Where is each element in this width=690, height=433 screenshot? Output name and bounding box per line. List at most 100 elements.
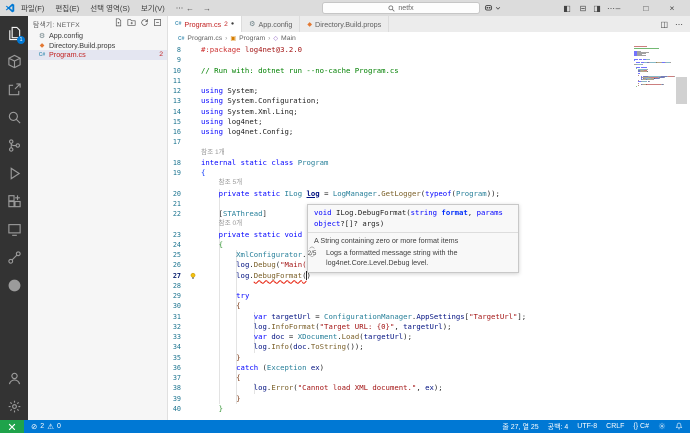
maximize-button[interactable]: □	[637, 0, 655, 16]
code-line[interactable]: 33 var doc = XDocument.Load(targetUrl);	[168, 332, 690, 342]
[object Object]-icon[interactable]: ⋯	[675, 20, 683, 29]
activity-settings[interactable]	[0, 392, 28, 420]
code-line[interactable]: 35 }	[168, 353, 690, 363]
menu-item[interactable]: ⋯	[176, 3, 184, 14]
code-line[interactable]: 28	[168, 281, 690, 291]
codelens-reference[interactable]: 참조 5개	[168, 178, 690, 188]
menu-item[interactable]: 편집(E)	[55, 3, 79, 14]
close-button[interactable]: ×	[663, 0, 681, 16]
code-line[interactable]: 34 log.Info(doc.ToString());	[168, 342, 690, 352]
code-line[interactable]: 18 internal static class Program	[168, 158, 690, 168]
extensions-icon	[7, 194, 21, 207]
code-line[interactable]: 13 using System.Configuration;	[168, 96, 690, 106]
activity-search[interactable]	[0, 103, 28, 131]
activity-extensions[interactable]	[0, 187, 28, 215]
file-item[interactable]: ◆ Directory.Build.props	[28, 41, 167, 51]
code-line[interactable]: 9	[168, 55, 690, 65]
refresh-button[interactable]	[140, 18, 149, 29]
line-number: 26	[172, 261, 181, 270]
code-line[interactable]: 8 #:package log4net@3.2.0	[168, 45, 690, 55]
code-line[interactable]: 31 var targetUrl = ConfigurationManager.…	[168, 312, 690, 322]
line-number: 12	[172, 87, 181, 95]
menu-item[interactable]: 선택 영역(S)	[90, 3, 130, 14]
copilot-button[interactable]	[484, 2, 501, 13]
activity-export[interactable]	[0, 75, 28, 103]
gutter	[181, 199, 201, 209]
remote-indicator[interactable]	[0, 420, 24, 433]
remote-tools-icon	[8, 423, 16, 430]
code-line[interactable]: 12 using System;	[168, 86, 690, 96]
menu-item[interactable]: 파일(F)	[21, 3, 44, 14]
breadcrumb-item[interactable]: Program	[239, 35, 265, 42]
doc-line-secondary: Logs a formatted message string with the…	[326, 248, 458, 267]
activity-references[interactable]	[0, 243, 28, 271]
tab-directory-build-props[interactable]: ◆ Directory.Build.props	[300, 16, 390, 32]
code-line[interactable]: 38 log.Error("Cannot load XML document."…	[168, 383, 690, 393]
code-line[interactable]: 29 try	[168, 291, 690, 301]
export-icon	[8, 82, 21, 95]
nav-back-icon[interactable]: ←	[186, 4, 194, 13]
line-number: 32	[172, 322, 181, 331]
new-folder-button[interactable]	[127, 18, 136, 29]
code-line[interactable]: 30 {	[168, 301, 690, 311]
code-line[interactable]: 14 using System.Xml.Linq;	[168, 107, 690, 117]
scrollbar-thumb[interactable]	[676, 77, 687, 104]
minimize-button[interactable]: –	[609, 0, 627, 16]
tab-app-config[interactable]: ⚙ App.config	[242, 16, 301, 32]
gutter	[181, 404, 201, 414]
gutter	[181, 291, 201, 301]
gutter	[181, 281, 201, 291]
activity-github[interactable]	[0, 271, 28, 299]
[object Object]-icon[interactable]: ◫	[660, 20, 668, 29]
activity-account[interactable]	[0, 364, 28, 392]
encoding[interactable]: UTF-8	[577, 423, 597, 430]
modified-dot-icon[interactable]: ●	[231, 21, 234, 27]
code-line[interactable]: 10// Run with: dotnet run --no-cache Pro…	[168, 66, 690, 76]
indentation[interactable]: 공백: 4	[548, 422, 569, 432]
menu-item[interactable]: 보기(V)	[141, 3, 165, 14]
code-line[interactable]: 32 log.InfoFormat("Target URL: {0}", tar…	[168, 322, 690, 332]
breadcrumb-item[interactable]: Program.cs	[187, 35, 222, 42]
code-line[interactable]: 36 catch (Exception ex)	[168, 363, 690, 373]
activity-live-preview[interactable]	[0, 215, 28, 243]
code-line[interactable]: 15 using log4net;	[168, 117, 690, 127]
code-line[interactable]: 20 private static ILog log = LogManager.…	[168, 189, 690, 199]
file-item[interactable]: C# Program.cs 2	[28, 50, 167, 60]
code-line[interactable]: 40 }	[168, 404, 690, 414]
toggle-secondary-sidebar-icon[interactable]: ◨	[590, 0, 604, 16]
activity-package[interactable]	[0, 47, 28, 75]
eol[interactable]: CRLF	[606, 423, 624, 430]
code-line[interactable]: 11	[168, 76, 690, 86]
new-file-button[interactable]	[114, 18, 123, 29]
code-line[interactable]: 17	[168, 137, 690, 147]
file-item[interactable]: ⚙ App.config	[28, 31, 167, 41]
code-line[interactable]: 37 {	[168, 373, 690, 383]
tab-program-cs[interactable]: C# Program.cs 2 ●	[168, 16, 243, 32]
search-value: netfx	[398, 4, 414, 12]
minimap[interactable]	[634, 46, 676, 87]
toggle-panel-icon[interactable]: ⊟	[576, 0, 590, 16]
breadcrumb-item[interactable]: Main	[281, 35, 296, 42]
problems-status[interactable]: ⊘ 2 ⚠ 0	[31, 422, 61, 431]
activity-explorer[interactable]: 1	[0, 19, 28, 47]
code-line[interactable]: 39 }	[168, 394, 690, 404]
notifications-button[interactable]	[675, 422, 683, 432]
activity-source-control[interactable]	[0, 131, 28, 159]
collapse-all-button[interactable]	[153, 18, 162, 29]
references-icon	[7, 250, 21, 264]
csharp-status-button[interactable]	[658, 422, 666, 432]
codelens-reference[interactable]: 참조 1개	[168, 148, 690, 158]
activity-run-debug[interactable]	[0, 159, 28, 187]
command-center-search[interactable]: netfx	[322, 2, 480, 14]
nav-forward-icon[interactable]: →	[203, 4, 211, 13]
cursor-position[interactable]: 줄 27, 열 25	[502, 422, 538, 432]
toggle-primary-sidebar-icon[interactable]: ◧	[560, 0, 574, 16]
language-mode[interactable]: {} C#	[633, 423, 649, 430]
gutter	[181, 312, 201, 322]
explorer-sidebar: 탐색기: NETFX ⚙ App.config ◆ Directory.Build.p…	[28, 16, 168, 420]
signature-pager: ︿ 2/5 ﹀	[305, 244, 319, 262]
code-line[interactable]: 16 using log4net.Config;	[168, 127, 690, 137]
lightbulb-icon[interactable]	[189, 272, 197, 280]
pager-down-icon[interactable]: ﹀	[305, 256, 319, 262]
code-line[interactable]: 19{	[168, 168, 690, 178]
